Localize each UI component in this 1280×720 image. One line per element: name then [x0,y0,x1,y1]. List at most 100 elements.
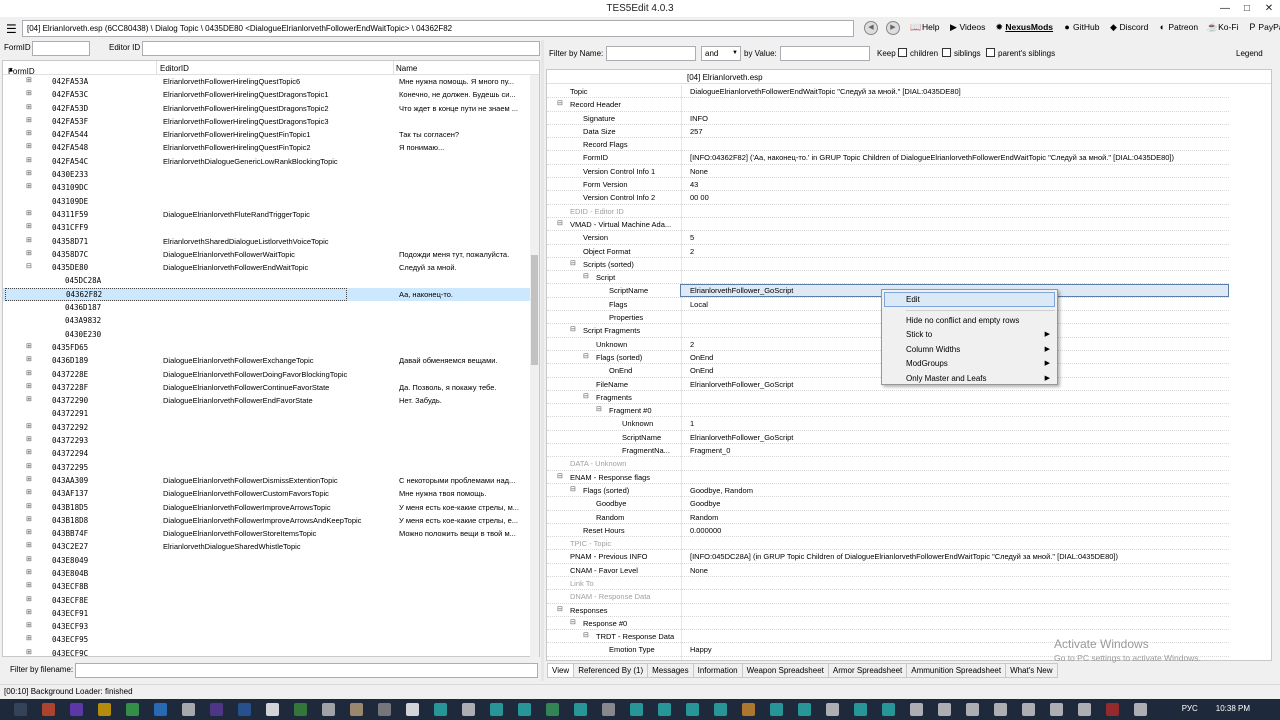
expand-icon[interactable]: ⊞ [26,142,32,150]
keep-children-checkbox[interactable] [898,48,907,57]
expand-icon[interactable]: ⊞ [26,209,32,217]
maximize-button[interactable]: □ [1236,0,1258,17]
expand-icon[interactable]: ⊞ [26,528,32,536]
record-field-row[interactable]: ⊟ ENAM - Response flags [547,471,1229,484]
record-field-row[interactable]: Signature INFO [547,112,1229,125]
formid-filter-input[interactable] [32,41,90,56]
record-field-row[interactable]: ⊟ Flags (sorted) Goodbye, Random [547,484,1229,498]
tree-row[interactable]: ⊞ 04372295 [3,461,530,474]
tree-row[interactable]: ⊞ 043ECF91 [3,607,530,620]
tree-row[interactable]: ⊞ 04358D71 ElrianlorvethSharedDialogueList… [3,235,530,248]
minimize-button[interactable]: — [1214,0,1236,17]
tree-row[interactable]: ⊞ 0430E233 [3,168,530,181]
record-field-row[interactable]: Form Version 43 [547,178,1229,192]
record-field-row[interactable]: CNAM - Favor Level None [547,564,1229,577]
expand-icon[interactable]: ⊞ [26,103,32,111]
tree-row[interactable]: 043A9832 [3,314,530,327]
expand-icon[interactable]: ⊞ [26,648,32,656]
filename-filter-input[interactable] [75,663,538,678]
tree-row[interactable]: ⊞ 043E8049 [3,554,530,567]
expand-icon[interactable]: ⊞ [26,156,32,164]
expand-icon[interactable]: ⊞ [26,249,32,257]
field-value[interactable]: Random [690,513,718,522]
field-value[interactable]: 1 [690,419,694,428]
tree-row[interactable]: ⊞ 043ECF9C [3,647,530,660]
collapse-icon[interactable]: ⊟ [557,472,563,480]
field-value[interactable]: 43 [690,180,698,189]
taskbar-app-icon[interactable] [294,703,307,716]
taskbar-app-icon[interactable] [798,703,811,716]
tab-ammunition-spreadsheet[interactable]: Ammunition Spreadsheet [907,663,1007,678]
field-value[interactable]: 257 [690,127,703,136]
pane-splitter[interactable] [541,40,544,681]
taskbar-app-icon[interactable] [574,703,587,716]
hamburger-menu-icon[interactable]: ☰ [6,22,17,36]
menu-item-hide-no-conflict-and-empty-rows[interactable]: Hide no conflict and empty rows [882,314,1057,329]
taskbar-app-icon[interactable] [910,703,923,716]
tree-row[interactable]: ⊞ 04311F59 DialogueElrianlorvethFluteRandT… [3,208,530,221]
expand-icon[interactable]: ⊞ [26,502,32,510]
taskbar-app-icon[interactable] [154,703,167,716]
expand-icon[interactable]: ⊞ [26,395,32,403]
expand-icon[interactable]: ⊞ [26,129,32,137]
field-value[interactable]: ElrianlorvethFollower_GoScript [690,380,793,389]
tree-row[interactable]: ⊞ 042FA544 ElrianlorvethFollowerHirelingQu… [3,128,530,141]
taskbar-app-icon[interactable] [826,703,839,716]
tree-row[interactable]: ⊞ 042FA53D ElrianlorvethFollowerHirelingQu… [3,102,530,115]
filter-by-value-input[interactable] [780,46,870,61]
collapse-icon[interactable]: ⊟ [583,272,589,280]
tree-row[interactable]: ⊞ 042FA53F ElrianlorvethFollowerHirelingQu… [3,115,530,128]
field-value[interactable]: Goodbye, Random [690,486,753,495]
tree-row[interactable]: ⊞ 04358D7C DialogueElrianlorvethFollowerWa… [3,248,530,261]
column-header-formid[interactable]: FormID ▲ [8,64,35,76]
field-value[interactable]: None [690,167,708,176]
taskbar-app-icon[interactable] [462,703,475,716]
tree-scrollbar[interactable] [530,75,539,657]
taskbar-app-icon[interactable] [1078,703,1091,716]
menu-item-edit[interactable]: Edit [884,292,1055,307]
tree-row[interactable]: ⊞ 043AF137 DialogueElrianlorvethFollowerCu… [3,487,530,500]
column-header-editorid[interactable]: EditorID [160,64,189,73]
tab-referenced-by-1[interactable]: Referenced By (1) [574,663,649,678]
tree-row[interactable]: ⊞ 042FA53A ElrianlorvethFollowerHirelingQu… [3,75,530,88]
tree-row[interactable]: 0430E230 [3,328,530,341]
record-field-row[interactable]: Link To [547,577,1229,591]
record-field-row[interactable]: ⊟ VMAD - Virtual Machine Ada... [547,218,1229,232]
collapse-icon[interactable]: ⊟ [570,485,576,493]
tree-row[interactable]: ⊞ 043ECF8E [3,594,530,607]
collapse-icon[interactable]: ⊟ [557,219,563,227]
tree-row[interactable]: ⊞ 0437228E DialogueElrianlorvethFollowerDo… [3,368,530,381]
expand-icon[interactable]: ⊞ [26,541,32,549]
field-value[interactable]: [INFO:045DC28A] (in GRUP Topic Children … [690,552,1118,561]
expand-icon[interactable]: ⊞ [26,422,32,430]
record-path-field[interactable]: [04] ElrianIorveth.esp (6CC80438) \ Dial… [22,20,854,37]
collapse-icon[interactable]: ⊟ [570,259,576,267]
record-field-row[interactable]: ⊟ Response #0 [547,617,1229,631]
taskbar-app-icon[interactable] [378,703,391,716]
taskbar-app-icon[interactable] [434,703,447,716]
field-value[interactable]: Fragment_0 [690,446,730,455]
tab-view[interactable]: View [547,663,575,678]
taskbar-app-icon[interactable] [770,703,783,716]
taskbar-app-icon[interactable] [70,703,83,716]
field-value[interactable]: 5 [690,233,694,242]
tree-row[interactable]: 04372291 [3,407,530,420]
keep-siblings-checkbox[interactable] [942,48,951,57]
tree-row[interactable]: ⊞ 043B18D8 DialogueElrianlorvethFollowerIm… [3,514,530,527]
field-value[interactable]: 00 00 [690,193,709,202]
record-field-row[interactable]: Data Size 257 [547,125,1229,139]
tree-scrollbar-thumb[interactable] [531,255,538,365]
collapse-icon[interactable]: ⊟ [26,262,32,270]
taskbar-app-icon[interactable] [238,703,251,716]
record-field-row[interactable]: Reset Hours 0.000000 [547,524,1229,538]
expand-icon[interactable]: ⊞ [26,621,32,629]
tab-what-s-new[interactable]: What's New [1006,663,1058,678]
record-field-row[interactable]: Random Random [547,511,1229,524]
taskbar-app-icon[interactable] [1134,703,1147,716]
expand-icon[interactable]: ⊞ [26,355,32,363]
clock[interactable]: 10:38 PM [1216,704,1250,713]
field-value[interactable]: INFO [690,114,708,123]
link-videos[interactable]: ▶ Videos [947,22,985,33]
expand-icon[interactable]: ⊞ [26,369,32,377]
expand-icon[interactable]: ⊞ [26,435,32,443]
